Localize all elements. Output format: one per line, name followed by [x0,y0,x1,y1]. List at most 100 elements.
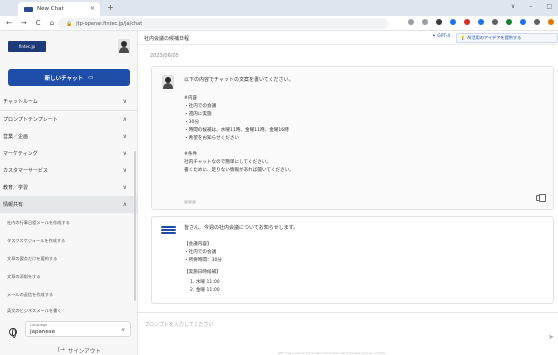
sidebar-item-marketing[interactable]: マーケティング ∨ [0,145,137,162]
extension-icon[interactable] [478,19,484,25]
message-line: 以下の内容でチャットの文案を書いてください。 [184,77,294,83]
lock-icon: 🔒 [66,20,73,27]
reload-icon[interactable]: C [36,19,41,27]
maximize-icon[interactable]: □ [546,3,552,10]
tab-title: New Chat [37,6,64,12]
url-text: jtp-openai.fintec.jp/ja/chat [76,20,143,27]
message-line: ・社内での会議 [184,250,217,255]
template-item[interactable]: 文章の添削をする [0,268,137,285]
message-line: #条件 [184,152,198,157]
address-bar-row: ← → C ⌂ 🔒 jtp-openai.fintec.jp/ja/chat [0,16,558,31]
disclaimer-text: GPT may produce inaccurate information a… [278,351,387,355]
language-label: Language [30,323,48,327]
globe-icon [9,328,17,338]
extension-icon[interactable] [492,19,498,25]
language-value: Japanese [30,329,55,335]
message-line: 2. 金曜 11:00 [190,288,220,293]
message-line: ・週内に実施 [184,112,212,117]
new-chat-button[interactable]: 新しいチャット ▭ [8,69,130,86]
message-line: 【実施日時候補】 [184,270,221,275]
template-item[interactable]: 社内の行事日程メールを作成する [0,214,137,231]
sign-out-label: サインアウト [67,349,101,355]
extension-icon[interactable] [450,19,456,25]
new-tab-button[interactable]: + [107,3,114,12]
message-line: #内容 [184,96,198,101]
message-line: 1. 水曜 11:00 [190,280,220,285]
browser-tab-bar: New Chat × + ∨ – □ [0,0,558,16]
lightbulb-icon: 💡 [460,35,466,40]
message-line: ・30分 [184,120,200,125]
user-message-card: 以下の内容でチャットの文案を書いてください。 #内容 ・社内での会議 ・週内に実… [151,66,554,210]
close-tab-icon[interactable]: × [90,5,95,12]
extension-icon[interactable] [534,19,540,25]
sidebar-item-customer-service[interactable]: カスタマーサービス ∨ [0,162,137,179]
chevron-up-icon: ∧ [122,116,127,123]
new-chat-label: 新しいチャット [44,75,84,82]
chevron-down-icon: ∨ [122,184,127,191]
message-line: 【会議内容】 [184,242,212,247]
template-item[interactable]: 英文のビジネスメールを書く [0,302,137,319]
model-select-button[interactable]: ✦ GPT-4 [432,34,450,39]
nav-buttons: ← → C ⌂ [6,19,54,27]
sidebar-item-prompt-templates[interactable]: プロンプトテンプレート ∧ [0,111,137,128]
assistant-logo-icon [161,226,176,236]
home-icon[interactable]: ⌂ [50,19,54,27]
minimize-icon[interactable]: – [529,3,532,10]
chevron-up-icon: ∧ [122,201,127,208]
avatar[interactable] [118,39,130,53]
message-line: 書くために、足りない情報があれば聞いてください。 [184,168,294,173]
chat-date: 2023/06/05 [150,53,179,59]
sidebar-item-education[interactable]: 教育／学習 ∨ [0,179,137,196]
language-select[interactable]: Language Japanese ∨ [25,321,131,337]
forward-icon[interactable]: → [21,19,27,27]
message-meta: @@@ [184,199,196,204]
message-line: 皆さん、今週の社内会議についてお知らせします。 [184,225,299,231]
extension-icon[interactable] [436,19,442,25]
back-icon[interactable]: ← [6,19,12,27]
window-controls: ∨ – □ [511,3,552,10]
chevron-down-icon: ∨ [122,133,127,140]
chevron-down-icon: ∨ [122,150,127,157]
chat-main: 社内会議の候補日程 ✦ GPT-4 💡 AI活用のアイデアを提供する 2023/… [138,31,558,355]
avatar [162,75,174,89]
sidebar-item-chat-room[interactable]: チャットルーム ∨ [0,93,137,110]
extension-icon[interactable] [464,19,470,25]
company-logo: fintec.jp [8,41,46,52]
sign-out-icon: [→ [58,347,65,353]
message-line: ・所要時間：30分 [184,258,223,263]
message-line: ・社内での会議 [184,104,217,109]
chevron-down-icon: ∨ [121,327,125,333]
favicon-icon [24,6,33,12]
extension-icons [408,19,554,25]
copy-icon[interactable] [536,194,546,202]
browser-tab[interactable]: New Chat × [18,2,100,16]
sidebar-item-info-sharing[interactable]: 情報共有 ∧ [0,196,137,213]
ai-idea-button[interactable]: 💡 AI活用のアイデアを提供する [456,33,558,43]
chat-header: 社内会議の候補日程 ✦ GPT-4 💡 AI活用のアイデアを提供する [138,31,558,45]
template-item[interactable]: メールの返信を作成する [0,286,137,303]
sign-out-button[interactable]: [→ サインアウト [58,347,101,355]
message-line: 社内チャットなので簡単にしてください。 [184,160,271,165]
send-icon[interactable]: ➤ [548,333,554,341]
sidebar-scrollbar[interactable] [134,151,136,301]
url-field[interactable]: 🔒 jtp-openai.fintec.jp/ja/chat [58,18,388,29]
message-line: ・希望をお知らせください [184,136,240,141]
extension-icon[interactable] [506,19,512,25]
extension-icon[interactable] [520,19,526,25]
message-line: ・時間の候補は、水曜11時、金曜11時、金曜16時 [184,128,289,133]
share-icon[interactable] [408,19,414,25]
tab-search-icon[interactable]: ∨ [511,3,515,10]
sidebar-item-sales[interactable]: 営業／企画 ∨ [0,128,137,145]
chevron-down-icon: ∨ [122,98,127,105]
bookmark-star-icon[interactable] [422,19,428,25]
assistant-message-card: 皆さん、今週の社内会議についてお知らせします。 【会議内容】 ・社内での会議 ・… [151,216,554,304]
prompt-input[interactable]: プロンプトを入力してください ➤ [138,312,558,346]
template-item[interactable]: タスクスケジュールを作成する [0,232,137,249]
chat-title[interactable]: 社内会議の候補日程 [144,35,189,42]
prompt-placeholder: プロンプトを入力してください [144,322,214,328]
sidebar: fintec.jp 新しいチャット ▭ チャットルーム ∨ プロンプトテンプレー… [0,31,138,355]
template-item[interactable]: 文章の要点だけを要約する [0,250,137,267]
profile-icon[interactable] [548,19,554,25]
chevron-down-icon: ∨ [122,167,127,174]
new-chat-icon: ▭ [88,74,94,81]
